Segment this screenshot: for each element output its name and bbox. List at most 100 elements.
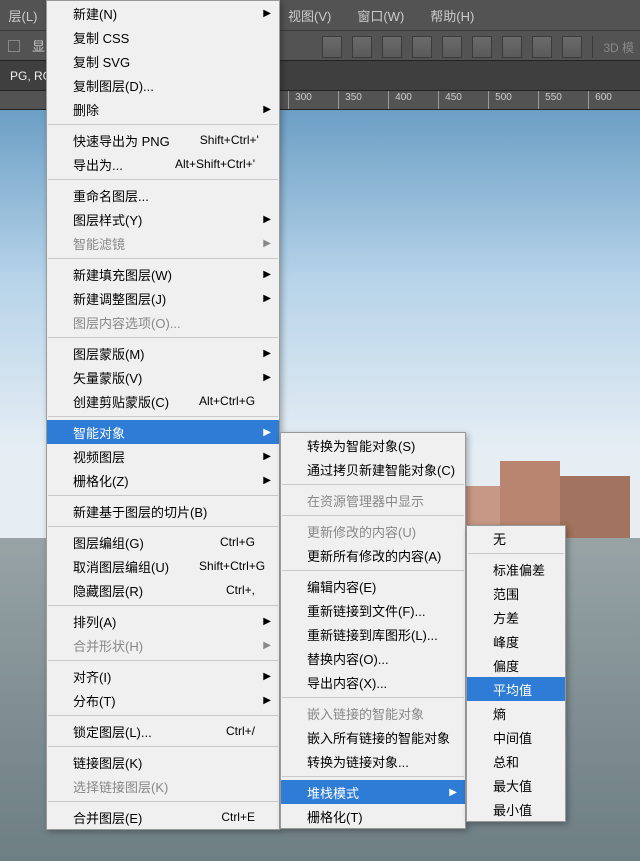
menu-item-range[interactable]: 范围 [467, 581, 565, 605]
menu-item-convert-to-smart-object[interactable]: 转换为智能对象(S) [281, 433, 465, 457]
menu-item-arrange[interactable]: 排列(A)▶ [47, 609, 279, 633]
menu-item-new-layer-based-slice[interactable]: 新建基于图层的切片(B) [47, 499, 279, 523]
menu-item-rename-layer[interactable]: 重命名图层... [47, 183, 279, 207]
menubar-item-layer[interactable]: 层(L) [0, 0, 46, 30]
menu-item-edit-contents[interactable]: 编辑内容(E) [281, 574, 465, 598]
menu-item-replace-contents[interactable]: 替换内容(O)... [281, 646, 465, 670]
menu-item-hide-layers[interactable]: 隐藏图层(R)Ctrl+, [47, 578, 279, 602]
ruler-tick: 550 [538, 91, 568, 109]
menu-item-new-fill-layer[interactable]: 新建填充图层(W)▶ [47, 262, 279, 286]
menu-item-duplicate-layer[interactable]: 复制图层(D)... [47, 73, 279, 97]
align-icon[interactable] [322, 36, 342, 58]
menu-item-group-layers[interactable]: 图层编组(G)Ctrl+G [47, 530, 279, 554]
menu-item-select-linked-layers: 选择链接图层(K) [47, 774, 279, 798]
menu-separator [48, 660, 278, 661]
menu-item-summation[interactable]: 总和 [467, 749, 565, 773]
menu-separator [282, 697, 464, 698]
menu-separator [282, 570, 464, 571]
ruler-tick: 300 [288, 91, 318, 109]
menu-item-quick-export[interactable]: 快速导出为 PNGShift+Ctrl+' [47, 128, 279, 152]
menu-item-new[interactable]: 新建(N)▶ [47, 1, 279, 25]
menu-item-embed-all-linked[interactable]: 嵌入所有链接的智能对象 [281, 725, 465, 749]
menu-separator [48, 495, 278, 496]
menu-separator [48, 179, 278, 180]
menu-item-layer-style[interactable]: 图层样式(Y)▶ [47, 207, 279, 231]
menu-item-kurtosis[interactable]: 峰度 [467, 629, 565, 653]
more-icon[interactable] [562, 36, 582, 58]
menubar-item-window[interactable]: 窗口(W) [349, 0, 412, 31]
menu-item-skewness[interactable]: 偏度 [467, 653, 565, 677]
menu-item-new-smart-object-via-copy[interactable]: 通过拷贝新建智能对象(C) [281, 457, 465, 481]
chevron-right-icon: ▶ [263, 269, 271, 280]
chevron-right-icon: ▶ [263, 293, 271, 304]
ruler-tick: 500 [488, 91, 518, 109]
menu-item-standard-deviation[interactable]: 标准偏差 [467, 557, 565, 581]
menu-item-rasterize[interactable]: 栅格化(T) [281, 804, 465, 828]
menu-item-video-layers[interactable]: 视频图层▶ [47, 444, 279, 468]
menu-item-new-adjustment-layer[interactable]: 新建调整图层(J)▶ [47, 286, 279, 310]
menubar-item-help[interactable]: 帮助(H) [422, 0, 482, 31]
menu-item-link-layers[interactable]: 链接图层(K) [47, 750, 279, 774]
menu-separator [48, 416, 278, 417]
chevron-right-icon: ▶ [263, 475, 271, 486]
menu-item-variance[interactable]: 方差 [467, 605, 565, 629]
chevron-right-icon: ▶ [263, 372, 271, 383]
chevron-right-icon: ▶ [263, 671, 271, 682]
menu-item-median[interactable]: 中间值 [467, 725, 565, 749]
menu-item-convert-to-linked[interactable]: 转换为链接对象... [281, 749, 465, 773]
menu-separator [48, 715, 278, 716]
menu-item-relink-to-library[interactable]: 重新链接到库图形(L)... [281, 622, 465, 646]
chevron-right-icon: ▶ [263, 616, 271, 627]
ruler-tick: 600 [588, 91, 618, 109]
align-icon[interactable] [412, 36, 432, 58]
menu-item-rasterize[interactable]: 栅格化(Z)▶ [47, 468, 279, 492]
menu-separator [48, 337, 278, 338]
menu-item-copy-css[interactable]: 复制 CSS [47, 25, 279, 49]
chevron-right-icon: ▶ [263, 214, 271, 225]
menu-item-merge-layers[interactable]: 合并图层(E)Ctrl+E [47, 805, 279, 829]
menu-item-relink-to-file[interactable]: 重新链接到文件(F)... [281, 598, 465, 622]
ruler-tick: 450 [438, 91, 468, 109]
smart-objects-submenu: 转换为智能对象(S) 通过拷贝新建智能对象(C) 在资源管理器中显示 更新修改的… [280, 432, 466, 829]
menu-item-align[interactable]: 对齐(I)▶ [47, 664, 279, 688]
menu-item-smart-objects[interactable]: 智能对象▶ [47, 420, 279, 444]
distribute-icon[interactable] [442, 36, 462, 58]
align-icon[interactable] [382, 36, 402, 58]
mode-3d-label[interactable]: 3D 模 [603, 39, 634, 56]
ruler-tick: 400 [388, 91, 418, 109]
distribute-icon[interactable] [502, 36, 522, 58]
menu-item-export-as[interactable]: 导出为...Alt+Shift+Ctrl+' [47, 152, 279, 176]
chevron-right-icon: ▶ [263, 427, 271, 438]
menu-item-maximum[interactable]: 最大值 [467, 773, 565, 797]
chevron-right-icon: ▶ [263, 451, 271, 462]
menu-item-mean[interactable]: 平均值 [467, 677, 565, 701]
distribute-icon[interactable] [532, 36, 552, 58]
chevron-right-icon: ▶ [263, 695, 271, 706]
menubar-item-view[interactable]: 视图(V) [280, 0, 339, 31]
menu-item-distribute[interactable]: 分布(T)▶ [47, 688, 279, 712]
menu-item-embed-linked: 嵌入链接的智能对象 [281, 701, 465, 725]
menu-item-update-all-modified[interactable]: 更新所有修改的内容(A) [281, 543, 465, 567]
menu-item-layer-mask[interactable]: 图层蒙版(M)▶ [47, 341, 279, 365]
menu-separator [48, 526, 278, 527]
menu-item-delete[interactable]: 删除▶ [47, 97, 279, 121]
menu-item-entropy[interactable]: 熵 [467, 701, 565, 725]
menu-separator [48, 124, 278, 125]
menu-item-update-modified: 更新修改的内容(U) [281, 519, 465, 543]
menu-separator [282, 776, 464, 777]
chevron-right-icon: ▶ [449, 787, 457, 798]
menu-item-ungroup-layers[interactable]: 取消图层编组(U)Shift+Ctrl+G [47, 554, 279, 578]
menu-item-reveal-in-explorer: 在资源管理器中显示 [281, 488, 465, 512]
menu-item-vector-mask[interactable]: 矢量蒙版(V)▶ [47, 365, 279, 389]
show-checkbox[interactable] [8, 40, 20, 52]
align-icon[interactable] [352, 36, 372, 58]
chevron-right-icon: ▶ [263, 104, 271, 115]
menu-item-stack-mode[interactable]: 堆栈模式▶ [281, 780, 465, 804]
menu-item-minimum[interactable]: 最小值 [467, 797, 565, 821]
menu-item-export-contents[interactable]: 导出内容(X)... [281, 670, 465, 694]
menu-item-copy-svg[interactable]: 复制 SVG [47, 49, 279, 73]
distribute-icon[interactable] [472, 36, 492, 58]
menu-item-lock-layers[interactable]: 锁定图层(L)...Ctrl+/ [47, 719, 279, 743]
menu-item-none[interactable]: 无 [467, 526, 565, 550]
menu-item-create-clipping-mask[interactable]: 创建剪贴蒙版(C)Alt+Ctrl+G [47, 389, 279, 413]
